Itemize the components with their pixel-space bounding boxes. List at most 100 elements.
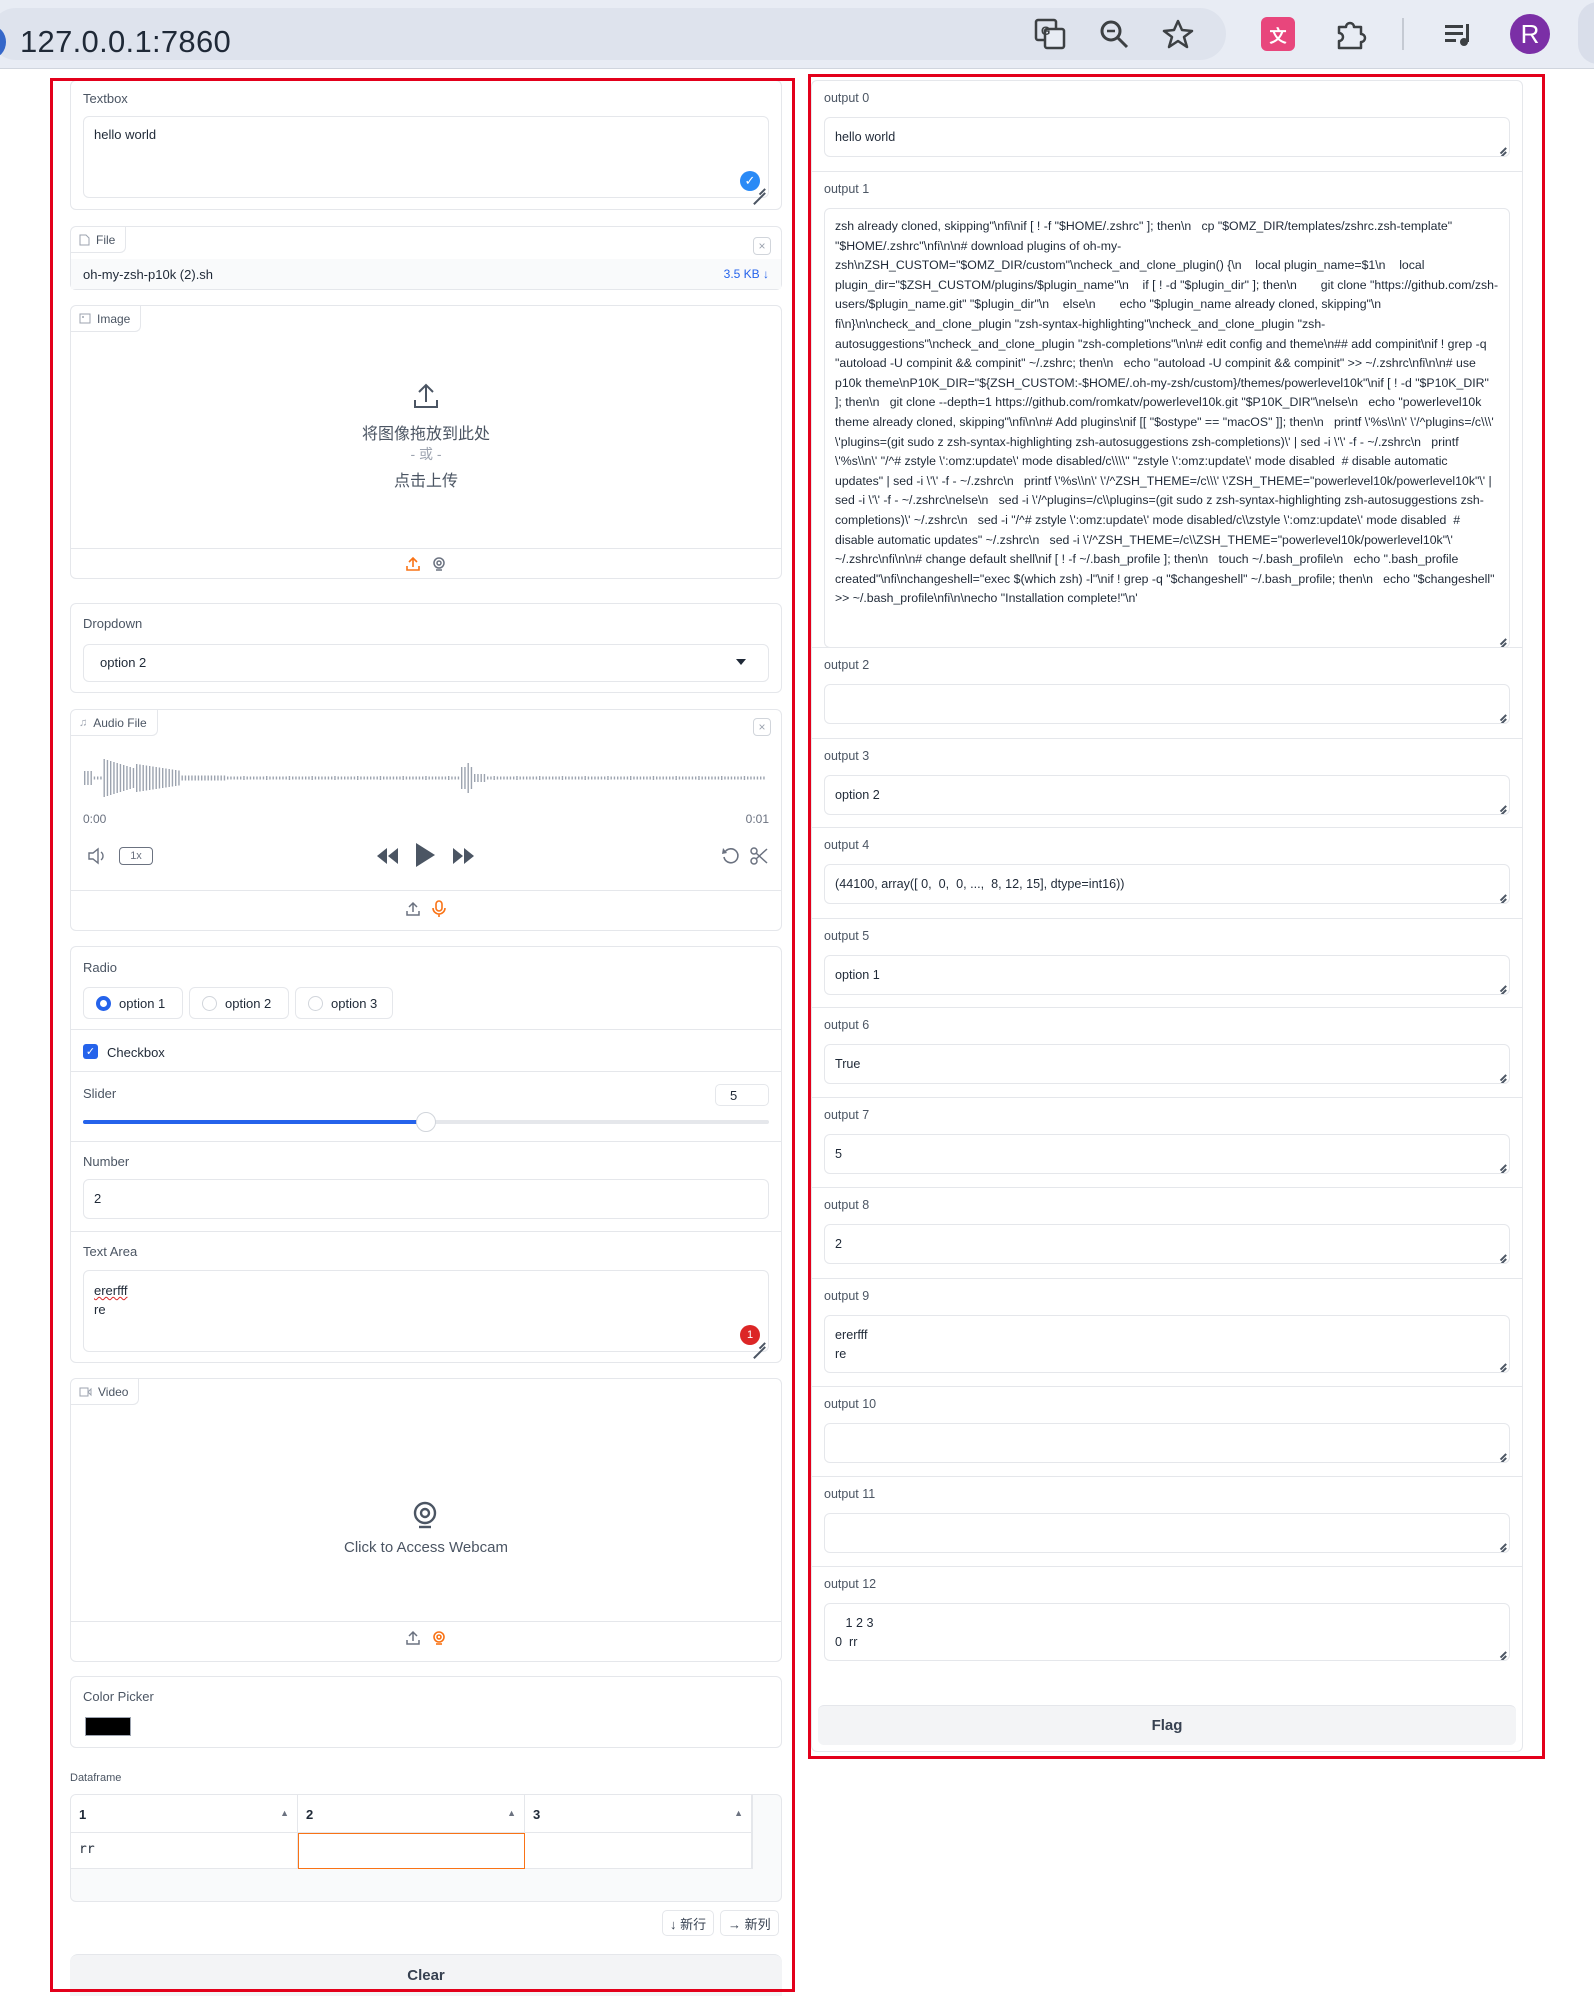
number-input[interactable]: 2 <box>83 1179 769 1219</box>
bookmark-star-icon[interactable] <box>1158 14 1198 54</box>
add-row-button[interactable]: ↓ 新行 <box>662 1910 715 1936</box>
waveform-bar <box>639 776 642 780</box>
output-textbox[interactable]: 5 <box>824 1134 1510 1174</box>
resize-handle-icon[interactable] <box>1493 1446 1507 1460</box>
checkbox-input[interactable]: ✓ <box>83 1044 98 1059</box>
output-textbox[interactable] <box>824 1423 1510 1463</box>
webcam-text: Click to Access Webcam <box>344 1539 508 1556</box>
audio-upload-source-icon[interactable] <box>405 901 421 917</box>
resize-handle-icon[interactable] <box>1493 1247 1507 1261</box>
play-icon[interactable] <box>414 842 436 868</box>
fast-forward-icon[interactable] <box>452 846 476 866</box>
output-textbox[interactable]: 1 2 3 0 rr <box>824 1603 1510 1661</box>
resize-handle-icon[interactable] <box>1493 1356 1507 1370</box>
flag-button[interactable]: Flag <box>818 1705 1516 1745</box>
url-text[interactable]: 127.0.0.1:7860 <box>20 24 231 60</box>
waveform-bar <box>399 776 401 780</box>
video-webcam-source-icon[interactable] <box>431 1630 447 1646</box>
number-label: Number <box>83 1154 130 1169</box>
translate-icon[interactable]: G <box>1030 14 1070 54</box>
sort-arrow-icon[interactable]: ▲ <box>507 1808 516 1818</box>
audio-clear-icon[interactable]: × <box>753 718 771 736</box>
dataframe-header-cell[interactable]: 2 ▲ <box>298 1795 525 1833</box>
audio-label: Audio File <box>93 715 147 730</box>
slider-thumb[interactable] <box>416 1112 436 1132</box>
textarea-line-2: re <box>94 1302 106 1317</box>
waveform-bar <box>565 776 567 780</box>
radio-circle-icon[interactable] <box>202 995 217 1011</box>
radio-circle-icon[interactable] <box>308 995 323 1011</box>
waveform-bar <box>506 776 508 780</box>
radio-option-3[interactable]: option 3 <box>295 987 393 1019</box>
media-controls-icon[interactable] <box>1438 14 1478 54</box>
output-textbox[interactable]: zsh already cloned, skipping"\nfi\nif [ … <box>824 208 1510 648</box>
sort-arrow-icon[interactable]: ▲ <box>280 1808 289 1818</box>
video-upload-source-icon[interactable] <box>405 1630 421 1646</box>
output-textbox[interactable]: option 2 <box>824 775 1510 815</box>
color-swatch[interactable] <box>85 1717 131 1736</box>
output-textbox[interactable]: option 1 <box>824 955 1510 995</box>
clear-button[interactable]: Clear <box>70 1954 782 1996</box>
resize-handle-icon[interactable] <box>1493 707 1507 721</box>
resize-handle-icon[interactable] <box>1493 631 1507 645</box>
trim-scissors-icon[interactable] <box>749 846 769 866</box>
textarea-input[interactable]: ererfff re 1 <box>83 1270 769 1352</box>
add-column-button[interactable]: → 新列 <box>720 1910 779 1936</box>
textbox-input[interactable]: hello world ✓ <box>83 116 769 198</box>
sort-arrow-icon[interactable]: ▲ <box>734 1808 743 1818</box>
resize-handle-icon[interactable] <box>752 1335 766 1349</box>
volume-icon[interactable] <box>87 847 107 865</box>
output-value: zsh already cloned, skipping"\nfi\nif [ … <box>835 219 1499 606</box>
radio-circle-icon[interactable] <box>96 995 111 1011</box>
output-textbox[interactable] <box>824 684 1510 724</box>
waveform-bar <box>519 776 521 780</box>
file-name[interactable]: oh-my-zsh-p10k (2).sh <box>83 267 213 282</box>
resize-handle-icon[interactable] <box>1493 140 1507 154</box>
dataframe-cell[interactable] <box>525 1833 752 1869</box>
output-textbox[interactable]: ererfff re <box>824 1315 1510 1373</box>
resize-handle-icon[interactable] <box>1493 1067 1507 1081</box>
waveform-bar <box>669 776 671 780</box>
waveform-bar <box>493 776 495 780</box>
radio-option-2[interactable]: option 2 <box>189 987 289 1019</box>
resize-handle-icon[interactable] <box>1493 1536 1507 1550</box>
dataframe-cell[interactable]: rr <box>71 1833 298 1869</box>
resize-handle-icon[interactable] <box>1493 1157 1507 1171</box>
resize-handle-icon[interactable] <box>1493 798 1507 812</box>
slider-track[interactable] <box>83 1112 769 1132</box>
slider-value-input[interactable]: 5 <box>715 1084 769 1106</box>
dropdown-select[interactable]: option 2 <box>83 644 769 682</box>
waveform-bar <box>721 776 723 780</box>
output-textbox[interactable] <box>824 1513 1510 1553</box>
resize-handle-icon[interactable] <box>1493 1644 1507 1658</box>
output-textbox[interactable]: (44100, array([ 0, 0, 0, ..., 8, 12, 15]… <box>824 864 1510 904</box>
rewind-icon[interactable] <box>375 846 399 866</box>
dataframe-cell[interactable] <box>298 1833 525 1869</box>
waveform-bar <box>204 775 206 781</box>
output-textbox[interactable]: hello world <box>824 117 1510 157</box>
dataframe-header-cell[interactable]: 1 ▲ <box>71 1795 298 1833</box>
file-clear-icon[interactable]: × <box>753 237 771 255</box>
image-upload-source-icon[interactable] <box>405 556 421 572</box>
output-textbox[interactable]: 2 <box>824 1224 1510 1264</box>
translator-extension-icon[interactable]: 文 <box>1258 14 1298 54</box>
audio-waveform[interactable] <box>83 754 769 802</box>
resize-handle-icon[interactable] <box>1493 887 1507 901</box>
image-webcam-source-icon[interactable] <box>431 556 447 572</box>
reset-icon[interactable] <box>721 846 741 866</box>
site-info-icon[interactable] <box>0 26 6 58</box>
webcam-area[interactable]: Click to Access Webcam <box>71 1405 781 1619</box>
dataframe-header-cell[interactable]: 3 ▲ <box>525 1795 752 1833</box>
playback-speed-button[interactable]: 1x <box>119 847 153 865</box>
extensions-puzzle-icon[interactable] <box>1330 14 1370 54</box>
output-textbox[interactable]: True <box>824 1044 1510 1084</box>
resize-handle-icon[interactable] <box>752 181 766 195</box>
image-dropzone[interactable]: 将图像拖放到此处 - 或 - 点击上传 <box>71 332 781 552</box>
microphone-icon[interactable] <box>431 900 447 918</box>
file-size-download[interactable]: 3.5 KB ↓ <box>724 267 769 281</box>
radio-option-1[interactable]: option 1 <box>83 987 183 1019</box>
chevron-down-icon[interactable] <box>736 659 746 665</box>
resize-handle-icon[interactable] <box>1493 978 1507 992</box>
zoom-icon[interactable] <box>1094 14 1134 54</box>
profile-avatar[interactable]: R <box>1510 14 1550 54</box>
